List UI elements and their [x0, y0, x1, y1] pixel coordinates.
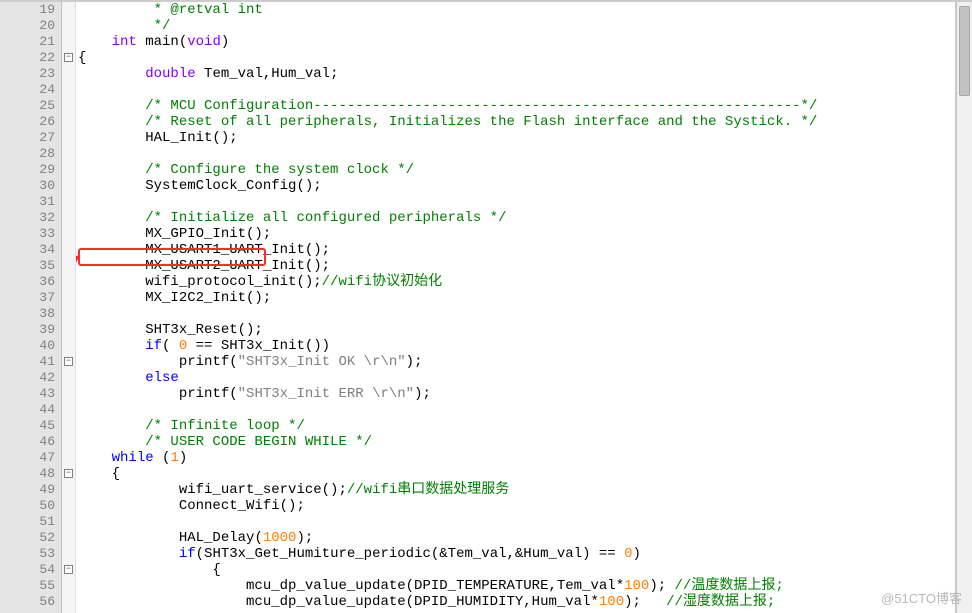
code-line[interactable]: int main(void) — [76, 34, 955, 50]
code-line[interactable]: /* Infinite loop */ — [76, 418, 955, 434]
code-line[interactable]: MX_USART1_UART_Init(); — [76, 242, 955, 258]
code-line[interactable] — [76, 82, 955, 98]
code-line[interactable]: * @retval int — [76, 2, 955, 18]
line-number: 32 — [0, 210, 61, 226]
code-line[interactable]: */ — [76, 18, 955, 34]
line-number: 46 — [0, 434, 61, 450]
code-line[interactable]: SystemClock_Config(); — [76, 178, 955, 194]
code-line[interactable]: /* Initialize all configured peripherals… — [76, 210, 955, 226]
line-number: 20 — [0, 18, 61, 34]
line-number: 21 — [0, 34, 61, 50]
line-number: 36 — [0, 274, 61, 290]
line-number: 33 — [0, 226, 61, 242]
line-number: 22 — [0, 50, 61, 66]
scrollbar-thumb[interactable] — [959, 6, 970, 96]
code-line[interactable]: { — [76, 50, 955, 66]
line-number: 49 — [0, 482, 61, 498]
line-number: 43 — [0, 386, 61, 402]
code-line[interactable]: { — [76, 466, 955, 482]
code-line[interactable]: MX_I2C2_Init(); — [76, 290, 955, 306]
line-number: 28 — [0, 146, 61, 162]
line-number-gutter: 1920212223242526272829303132333435363738… — [0, 2, 62, 613]
code-line[interactable] — [76, 514, 955, 530]
line-number: 42 — [0, 370, 61, 386]
code-line[interactable]: HAL_Delay(1000); — [76, 530, 955, 546]
line-number: 19 — [0, 2, 61, 18]
code-line[interactable]: Connect_Wifi(); — [76, 498, 955, 514]
line-number: 56 — [0, 594, 61, 610]
code-line[interactable]: printf("SHT3x_Init ERR \r\n"); — [76, 386, 955, 402]
code-line[interactable]: { — [76, 562, 955, 578]
line-number: 51 — [0, 514, 61, 530]
line-number: 34 — [0, 242, 61, 258]
line-number: 39 — [0, 322, 61, 338]
code-area[interactable]: * @retval int */ int main(void){ double … — [76, 2, 956, 613]
code-line[interactable]: HAL_Init(); — [76, 130, 955, 146]
line-number: 25 — [0, 98, 61, 114]
line-number: 48 — [0, 466, 61, 482]
fold-toggle-icon[interactable] — [64, 53, 73, 62]
code-line[interactable]: /* Reset of all peripherals, Initializes… — [76, 114, 955, 130]
code-line[interactable]: wifi_protocol_init();//wifi协议初始化 — [76, 274, 955, 290]
line-number: 53 — [0, 546, 61, 562]
code-line[interactable]: while (1) — [76, 450, 955, 466]
code-line[interactable] — [76, 146, 955, 162]
fold-toggle-icon[interactable] — [64, 565, 73, 574]
line-number: 45 — [0, 418, 61, 434]
code-line[interactable]: wifi_uart_service();//wifi串口数据处理服务 — [76, 482, 955, 498]
line-number: 54 — [0, 562, 61, 578]
line-number: 30 — [0, 178, 61, 194]
line-number: 31 — [0, 194, 61, 210]
code-line[interactable]: double Tem_val,Hum_val; — [76, 66, 955, 82]
code-line[interactable]: mcu_dp_value_update(DPID_HUMIDITY,Hum_va… — [76, 594, 955, 610]
code-line[interactable]: /* MCU Configuration--------------------… — [76, 98, 955, 114]
code-line[interactable]: else — [76, 370, 955, 386]
line-number: 37 — [0, 290, 61, 306]
line-number: 26 — [0, 114, 61, 130]
code-line[interactable]: if(SHT3x_Get_Humiture_periodic(&Tem_val,… — [76, 546, 955, 562]
code-line[interactable] — [76, 402, 955, 418]
code-line[interactable]: MX_USART2_UART_Init(); — [76, 258, 955, 274]
code-line[interactable]: /* USER CODE BEGIN WHILE */ — [76, 434, 955, 450]
code-line[interactable]: SHT3x_Reset(); — [76, 322, 955, 338]
line-number: 41 — [0, 354, 61, 370]
code-line[interactable]: MX_GPIO_Init(); — [76, 226, 955, 242]
line-number: 50 — [0, 498, 61, 514]
line-number: 47 — [0, 450, 61, 466]
code-line[interactable]: mcu_dp_value_update(DPID_TEMPERATURE,Tem… — [76, 578, 955, 594]
code-line[interactable] — [76, 194, 955, 210]
line-number: 40 — [0, 338, 61, 354]
line-number: 35 — [0, 258, 61, 274]
code-line[interactable] — [76, 306, 955, 322]
line-number: 27 — [0, 130, 61, 146]
line-number: 23 — [0, 66, 61, 82]
line-number: 44 — [0, 402, 61, 418]
fold-toggle-icon[interactable] — [64, 357, 73, 366]
code-line[interactable]: if( 0 == SHT3x_Init()) — [76, 338, 955, 354]
watermark: @51CTO博客 — [881, 588, 962, 607]
vertical-scrollbar[interactable] — [956, 2, 972, 613]
line-number: 24 — [0, 82, 61, 98]
line-number: 29 — [0, 162, 61, 178]
line-number: 38 — [0, 306, 61, 322]
line-number: 55 — [0, 578, 61, 594]
fold-toggle-icon[interactable] — [64, 469, 73, 478]
fold-column — [62, 2, 76, 613]
code-editor: 1920212223242526272829303132333435363738… — [0, 0, 972, 613]
code-line[interactable]: printf("SHT3x_Init OK \r\n"); — [76, 354, 955, 370]
code-line[interactable]: /* Configure the system clock */ — [76, 162, 955, 178]
line-number: 52 — [0, 530, 61, 546]
